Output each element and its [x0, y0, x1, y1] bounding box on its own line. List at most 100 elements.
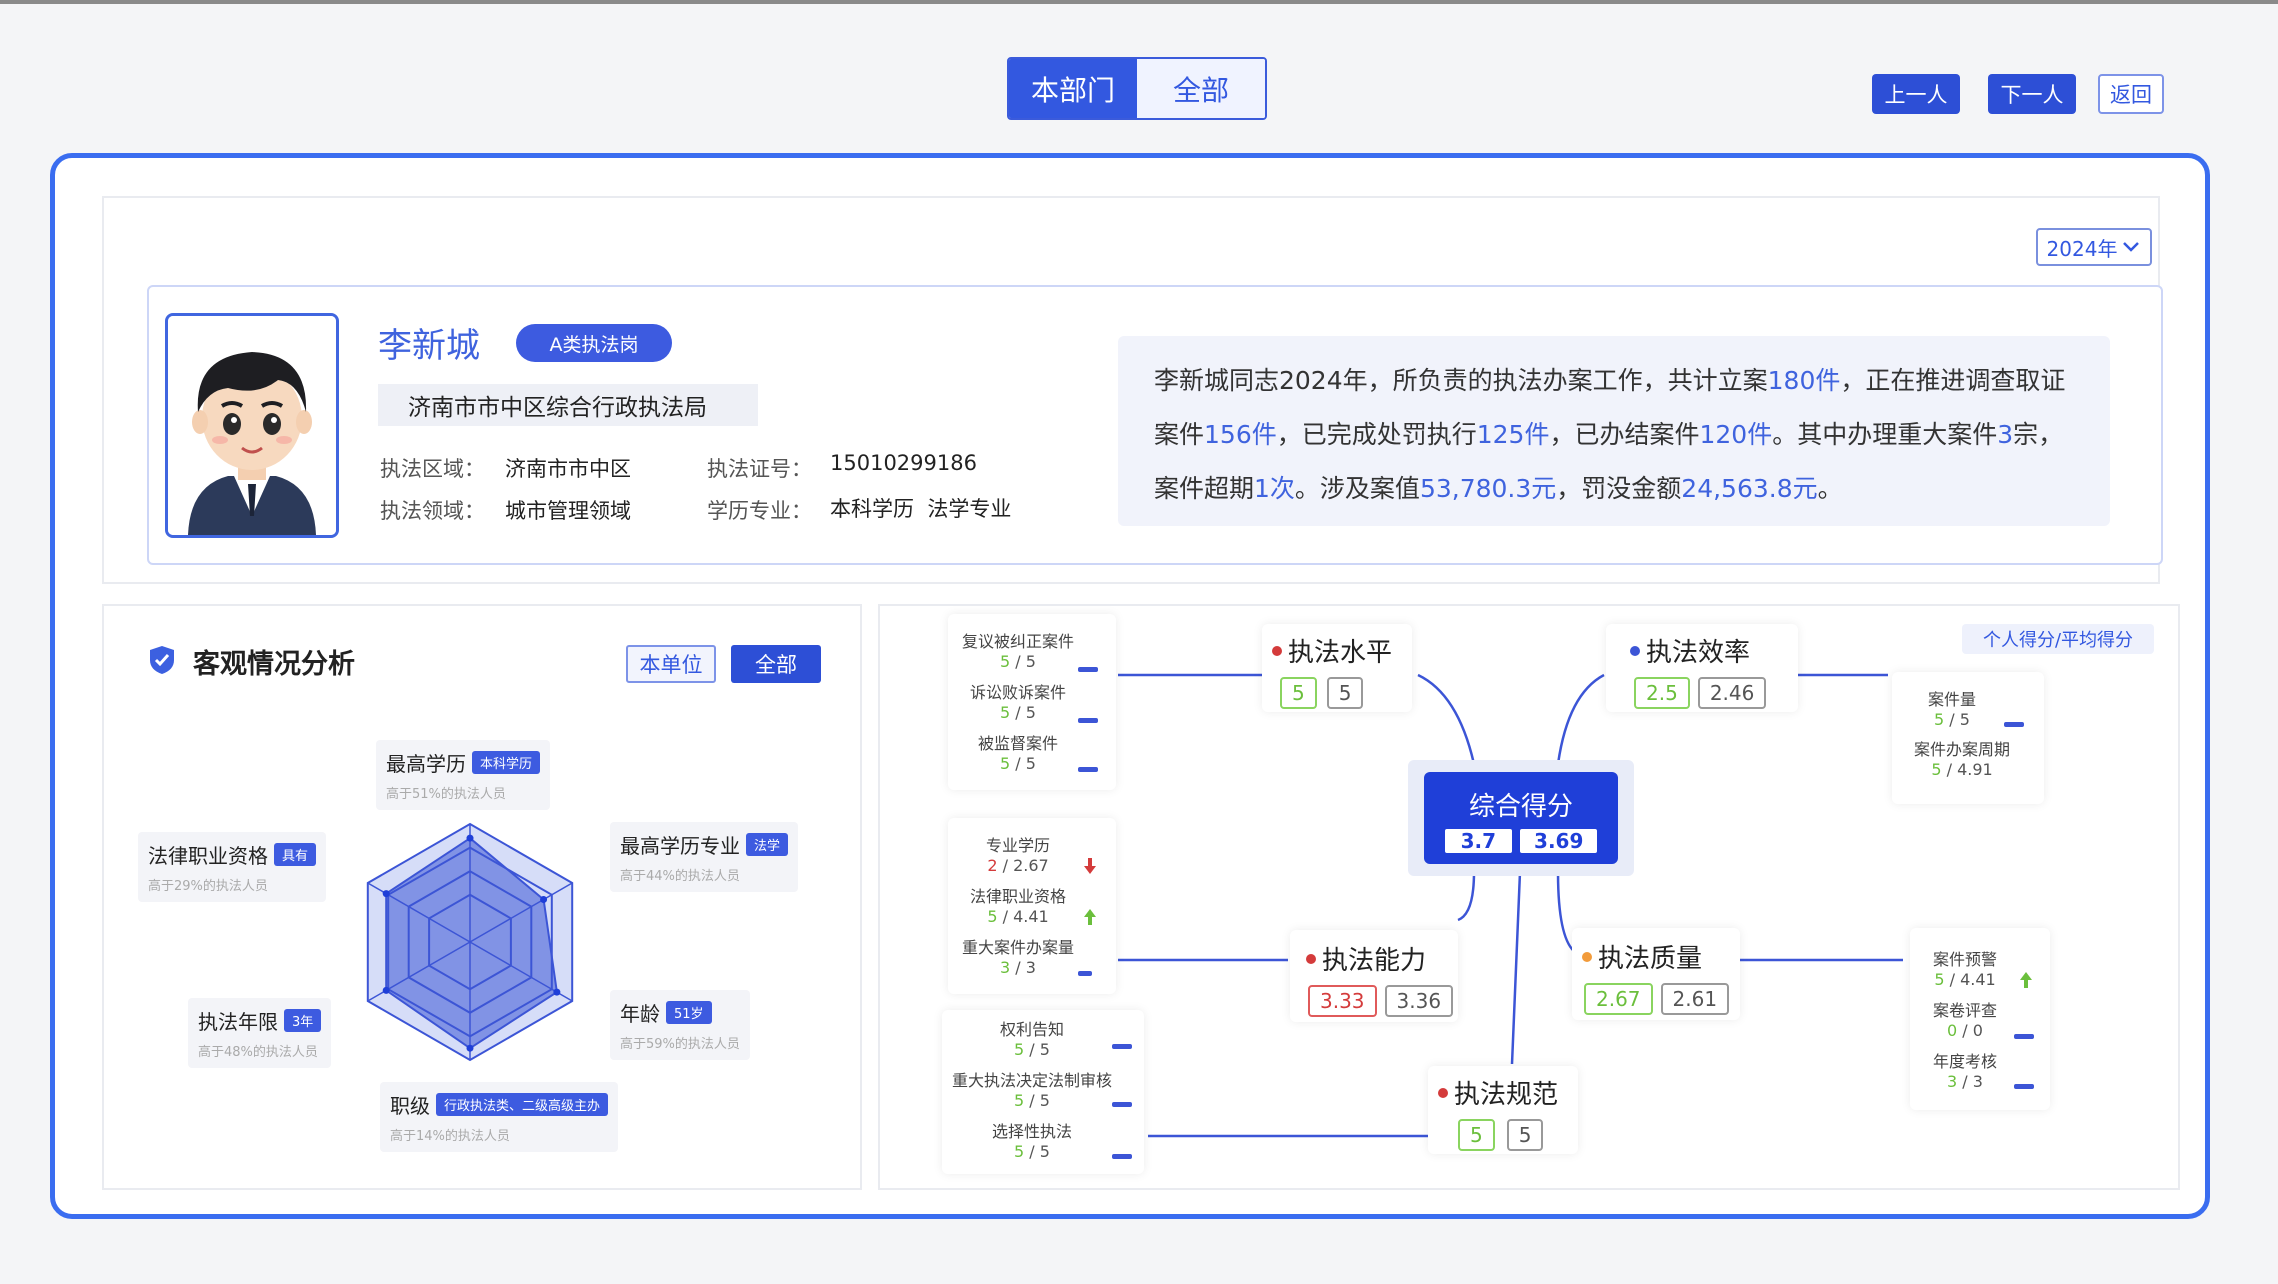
summary-value: 120件 — [1699, 420, 1773, 449]
sub-item-average: 5 — [1039, 1142, 1050, 1161]
sub-item-personal: 5 — [987, 907, 998, 926]
radar-item-label: 执法年限 — [198, 1010, 278, 1034]
trend-flat-icon — [1078, 718, 1098, 723]
norm-items-box: 权利告知 5 / 5 重大执法决定法制审核 5 / 5 选择性执法 5 / 5 — [942, 1010, 1144, 1174]
sub-item-sep: / — [1941, 760, 1958, 779]
prev-person-button[interactable]: 上一人 — [1872, 74, 1960, 114]
cert-label: 执法证号： — [707, 457, 812, 481]
sub-item-average: 5 — [1959, 710, 1970, 729]
radar-item-badge: 本科学历 — [472, 751, 541, 774]
radar-item-sub: 高于51%的执法人员 — [386, 787, 506, 802]
field-value: 城市管理领域 — [505, 499, 631, 523]
radar-item-years: 执法年限 3年 高于48%的执法人员 — [188, 998, 332, 1068]
norm-title: 执法规范 — [1454, 1080, 1559, 1110]
sub-item-sep: / — [1944, 710, 1960, 729]
sub-item-name: 重大执法决定法制审核 — [951, 1071, 1112, 1090]
total-score-node[interactable]: 综合得分 3.7 3.69 — [1424, 772, 1618, 864]
radar-point — [466, 834, 474, 842]
trend-flat-icon — [1078, 767, 1098, 772]
sub-item-name: 案件办案周期 — [1913, 740, 2010, 759]
sub-item-personal: 5 — [1931, 760, 1942, 779]
summary-text: 。其中办理重大案件 — [1772, 420, 1998, 449]
ability-title: 执法能力 — [1322, 946, 1427, 976]
sub-item-sep: / — [1944, 970, 1961, 989]
radar-item-sub: 高于29%的执法人员 — [148, 879, 268, 894]
sub-item-name: 复议被纠正案件 — [961, 632, 1074, 651]
radar-point — [466, 1044, 474, 1052]
cert-value: 15010299186 — [830, 451, 977, 475]
radar-item-badge: 法学 — [746, 833, 789, 856]
quality-title: 执法质量 — [1598, 944, 1703, 974]
sub-item-sep: / — [1957, 1021, 1973, 1040]
quality-node[interactable]: 执法质量 2.67 2.61 — [1572, 928, 1740, 1020]
level-title: 执法水平 — [1288, 638, 1393, 668]
summary-text: ，已完成处罚执行 — [1276, 420, 1477, 449]
summary-value: 24,563.8元 — [1681, 474, 1818, 503]
work-summary: 李新城同志2024年，所负责的执法办案工作，共计立案180件，正在推进调查取证案… — [1118, 336, 2110, 526]
back-button[interactable]: 返回 — [2098, 74, 2164, 114]
sub-item-personal: 0 — [1947, 1021, 1958, 1040]
efficiency-node[interactable]: 执法效率 2.5 2.46 — [1606, 624, 1798, 712]
all-filter-button[interactable]: 全部 — [731, 645, 821, 683]
officer-avatar-icon — [168, 316, 336, 535]
summary-value: 156件 — [1204, 420, 1277, 449]
sub-item-sep: / — [1010, 652, 1026, 671]
sub-item-average: 3 — [1025, 958, 1036, 977]
total-personal-score: 3.7 — [1444, 829, 1513, 853]
radar-item-sub: 高于14%的执法人员 — [390, 1129, 510, 1144]
sub-item-personal: 5 — [1000, 703, 1011, 722]
trend-flat-icon — [2004, 722, 2024, 727]
sub-item-name: 年度考核 — [1932, 1052, 1997, 1071]
sub-item-sep: / — [1957, 1072, 1973, 1091]
sub-item-average: 2.67 — [1013, 856, 1049, 875]
sub-item-sep: / — [997, 907, 1014, 926]
radar-item-sub: 高于48%的执法人员 — [198, 1045, 318, 1060]
radar-item-badge: 行政执法类、二级高级主办 — [436, 1093, 609, 1116]
sub-item-name: 案卷评查 — [1932, 1001, 1997, 1020]
sub-item-average: 0 — [1972, 1021, 1983, 1040]
efficiency-title: 执法效率 — [1646, 638, 1751, 668]
sub-item-name: 重大案件办案量 — [961, 938, 1074, 957]
ability-average-score: 3.36 — [1384, 985, 1454, 1017]
radar-item-label: 最高学历专业 — [620, 834, 740, 858]
quality-average-score: 2.61 — [1660, 983, 1730, 1015]
summary-text: ，已办结案件 — [1549, 420, 1700, 449]
efficiency-personal-score: 2.5 — [1634, 677, 1690, 709]
tab-dept[interactable]: 本部门 — [1009, 59, 1137, 118]
radar-item-badge: 3年 — [284, 1009, 322, 1032]
area-value: 济南市市中区 — [505, 457, 631, 481]
avatar — [165, 313, 339, 538]
sub-item-average: 5 — [1039, 1040, 1050, 1059]
radar-chart — [366, 822, 574, 1062]
radar-item-qualification: 法律职业资格 具有 高于29%的执法人员 — [138, 832, 327, 902]
status-dot-icon — [1630, 645, 1640, 656]
sub-item-average: 3 — [1972, 1072, 1983, 1091]
sub-item-name: 权利告知 — [999, 1020, 1064, 1039]
top-border — [0, 0, 2278, 4]
radar-item-age: 年龄 51岁 高于59%的执法人员 — [610, 990, 750, 1060]
norm-node[interactable]: 执法规范 55 — [1428, 1066, 1578, 1154]
next-person-button[interactable]: 下一人 — [1988, 74, 2076, 114]
year-select[interactable]: 2024年 — [2036, 228, 2152, 266]
ability-node[interactable]: 执法能力 3.33 3.36 — [1290, 930, 1458, 1022]
radar-item-sub: 高于59%的执法人员 — [620, 1037, 740, 1052]
summary-value: 53,780.3元 — [1419, 474, 1557, 503]
sub-item-average: 4.41 — [1960, 970, 1996, 989]
sub-item-name: 诉讼败诉案件 — [969, 683, 1066, 702]
status-dot-icon — [1306, 953, 1316, 964]
tab-all[interactable]: 全部 — [1137, 59, 1265, 118]
unit-filter-button[interactable]: 本单位 — [626, 645, 716, 683]
trend-flat-icon — [1078, 971, 1092, 976]
sub-item-sep: / — [1010, 703, 1026, 722]
sub-item-average: 5 — [1039, 1091, 1050, 1110]
sub-item-personal: 5 — [1934, 970, 1945, 989]
summary-value: 180件 — [1767, 366, 1841, 395]
trend-flat-icon — [1078, 667, 1098, 672]
efficiency-average-score: 2.46 — [1697, 677, 1767, 709]
sub-item-average: 5 — [1025, 754, 1036, 773]
level-node[interactable]: 执法水平 55 — [1262, 624, 1412, 712]
arrow-down-icon — [1084, 858, 1096, 874]
summary-text: ，罚没金额 — [1556, 474, 1682, 503]
sub-item-sep: / — [1024, 1091, 1040, 1110]
sub-item-average: 5 — [1025, 652, 1036, 671]
